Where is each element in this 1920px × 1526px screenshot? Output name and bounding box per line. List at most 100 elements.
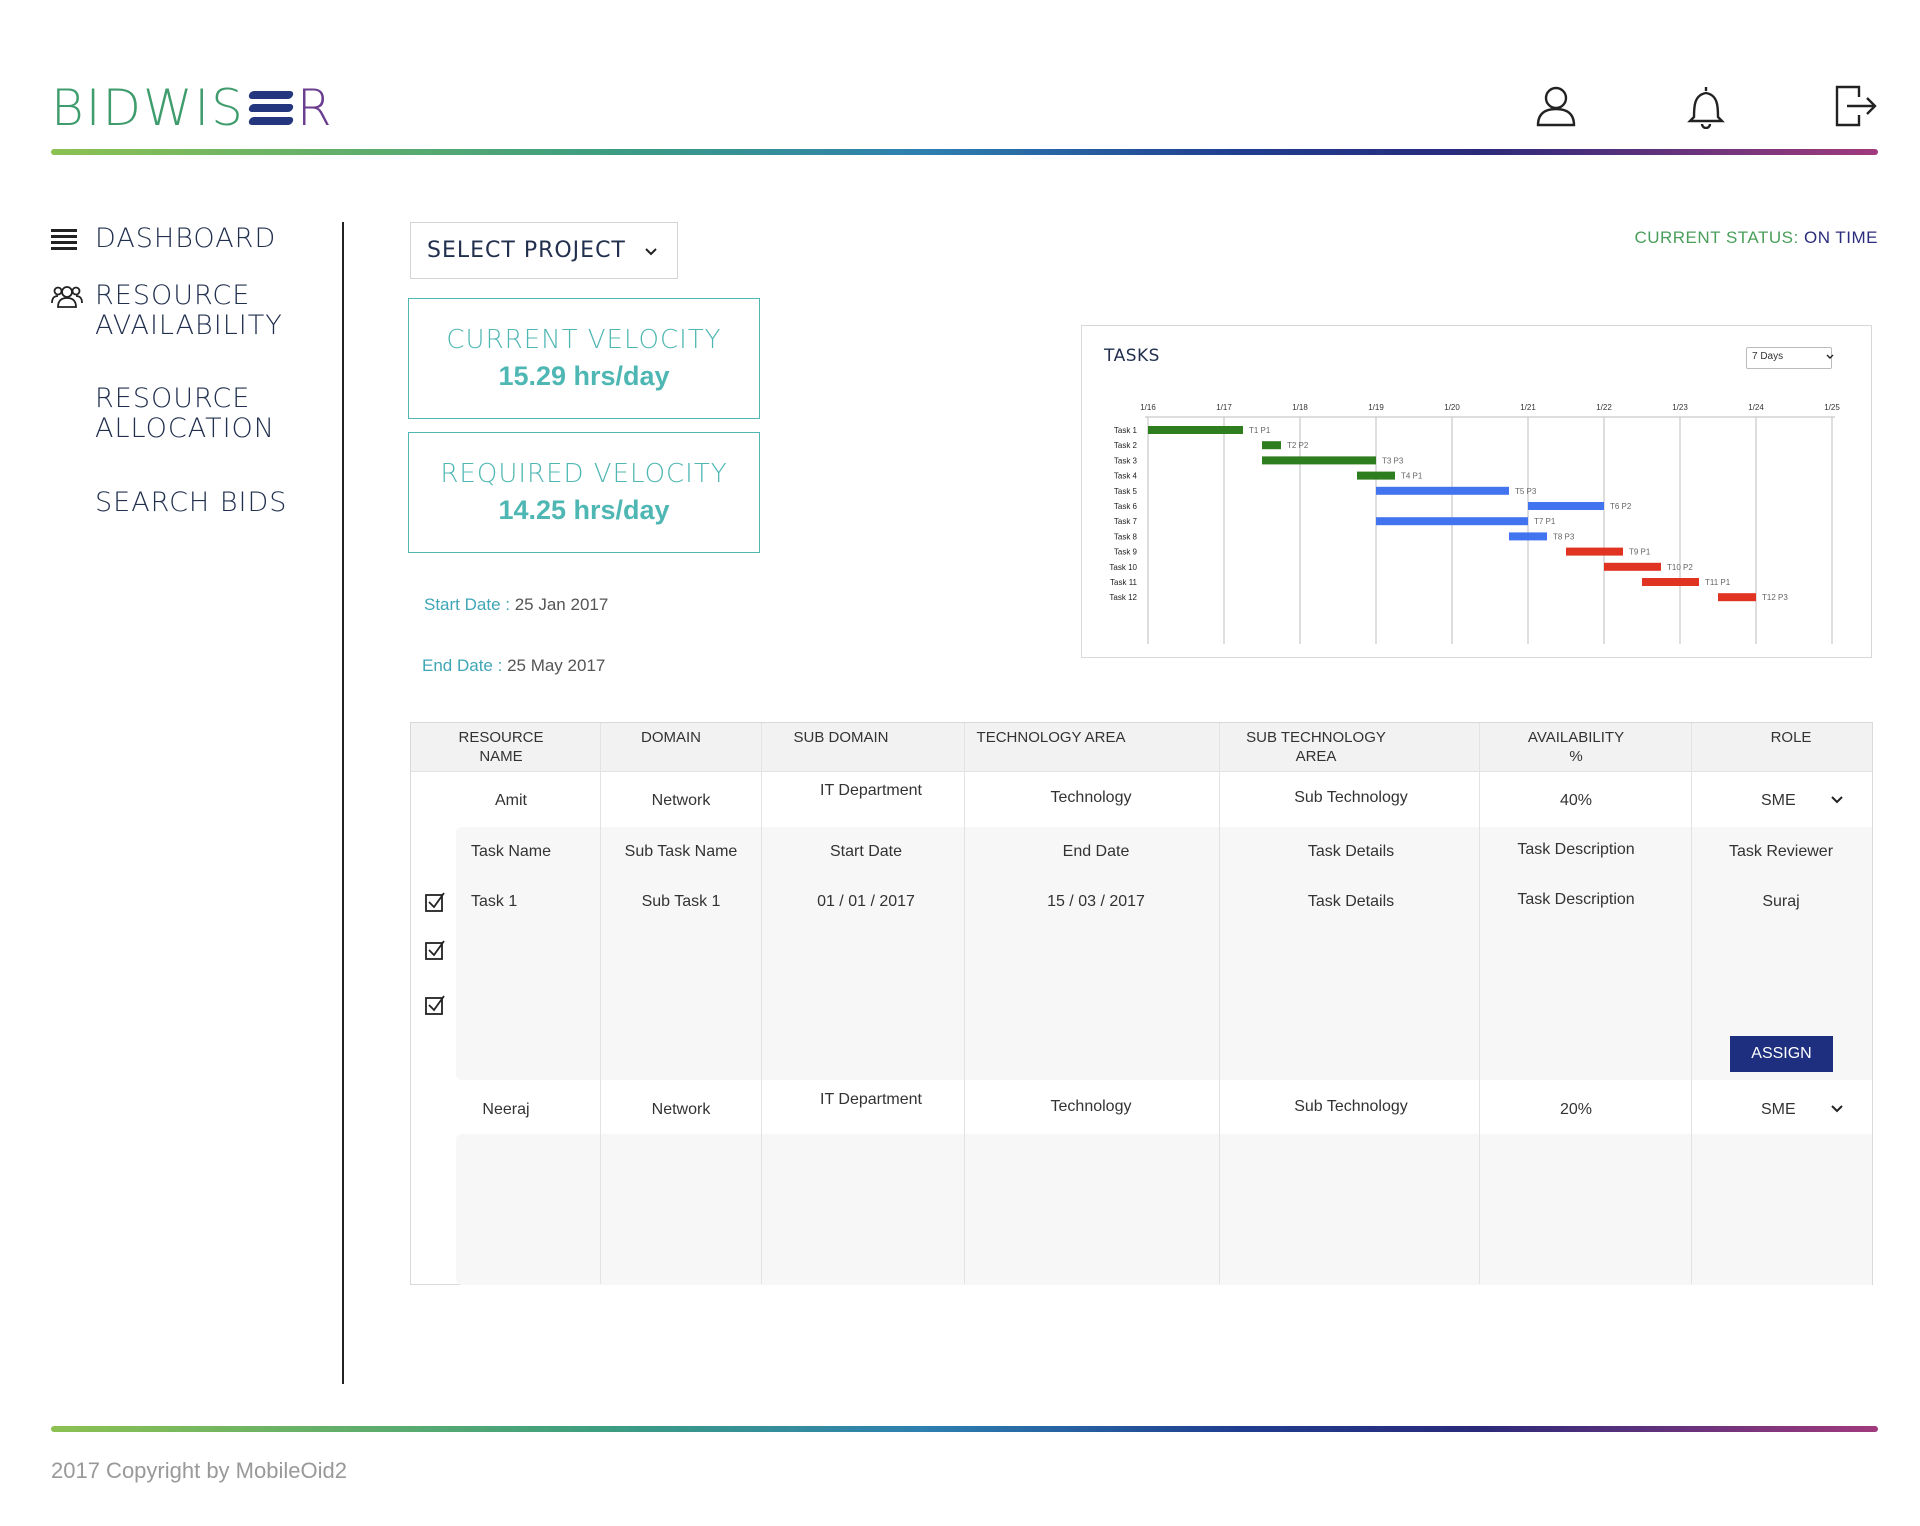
- required-velocity-value: 14.25 hrs/day: [498, 495, 670, 525]
- gantt-bar: [1566, 547, 1623, 556]
- sidebar-item-resource-allocation[interactable]: RESOURCE ALLOCATION: [51, 384, 295, 444]
- task-header-task-description: Task Description: [1517, 841, 1635, 858]
- end-date: End Date : 25 May 2017: [422, 656, 605, 676]
- task-header-task-reviewer: Task Reviewer: [1728, 843, 1834, 860]
- current-velocity-value: 15.29 hrs/day: [498, 361, 670, 391]
- header-sub-domain: SUB DOMAIN: [793, 729, 889, 746]
- chevron-down-icon: [1830, 792, 1844, 810]
- gantt-task-name: Task 4: [1114, 472, 1138, 481]
- end-date-label: End Date :: [422, 656, 503, 675]
- menu-icon: [51, 224, 95, 254]
- header-gradient-rule: [51, 149, 1878, 155]
- gantt-bar-label: T7 P1: [1534, 517, 1556, 526]
- bidwiser-logo: BIDWIS R: [51, 78, 334, 138]
- task-header-sub-task-name: Sub Task Name: [624, 843, 738, 860]
- status-label: CURRENT STATUS:: [1634, 228, 1799, 247]
- header-domain: DOMAIN: [641, 729, 701, 746]
- role-value: SME: [1761, 1101, 1796, 1118]
- header-availability: AVAILABILITY %: [1527, 729, 1625, 765]
- sidebar-item-dashboard[interactable]: DASHBOARD: [51, 224, 276, 254]
- task-header-start-date: Start Date: [829, 843, 903, 860]
- required-velocity-card: REQUIRED VELOCITY 14.25 hrs/day: [408, 432, 760, 553]
- gantt-bar: [1262, 456, 1376, 465]
- select-project-dropdown[interactable]: SELECT PROJECT: [410, 222, 678, 279]
- bell-icon[interactable]: [1682, 82, 1730, 130]
- role-dropdown[interactable]: SME: [1761, 792, 1844, 810]
- role-dropdown[interactable]: SME: [1761, 1101, 1844, 1119]
- gantt-tick-label: 1/18: [1292, 403, 1308, 412]
- task-start-date: 01 / 01 / 2017: [817, 893, 915, 910]
- gantt-bar: [1528, 502, 1604, 510]
- cell-resource-name: Amit: [495, 792, 527, 809]
- start-date-label: Start Date :: [424, 595, 510, 614]
- gantt-bar: [1718, 593, 1756, 602]
- header-sub-technology-area: SUB TECHNOLOGY AREA: [1246, 729, 1386, 765]
- footer-gradient-rule: [51, 1426, 1878, 1432]
- chevron-down-icon: [1830, 1101, 1844, 1119]
- task-reviewer: Suraj: [1762, 893, 1800, 910]
- gantt-bar: [1376, 517, 1528, 526]
- header-technology-area: TECHNOLOGY AREA: [976, 729, 1126, 746]
- gantt-task-name: Task 2: [1114, 441, 1138, 450]
- resource-table: RESOURCE NAME DOMAIN SUB DOMAIN TECHNOLO…: [410, 722, 1873, 1285]
- task-checkbox[interactable]: [424, 939, 446, 961]
- sidebar-item-resource-availability[interactable]: RESOURCE AVAILABILITY: [51, 281, 295, 341]
- gantt-bar: [1509, 532, 1547, 541]
- header-role: ROLE: [1770, 729, 1812, 746]
- sidebar-item-label: DASHBOARD: [95, 223, 277, 254]
- header-resource-name: RESOURCE NAME: [458, 729, 544, 765]
- gantt-bar-label: T9 P1: [1629, 548, 1651, 557]
- end-date-value: 25 May 2017: [507, 656, 606, 675]
- gantt-bar: [1642, 578, 1699, 586]
- gantt-bar-label: T1 P1: [1249, 426, 1271, 435]
- required-velocity-title: REQUIRED VELOCITY: [440, 459, 728, 489]
- gantt-task-name: Task 10: [1109, 563, 1137, 572]
- gantt-bar: [1148, 426, 1243, 434]
- gantt-task-name: Task 3: [1114, 456, 1138, 465]
- sidebar-item-label: RESOURCE AVAILABILITY: [95, 280, 283, 341]
- role-value: SME: [1761, 792, 1796, 809]
- gantt-task-name: Task 5: [1114, 487, 1138, 496]
- task-details: Task Details: [1307, 893, 1395, 910]
- gantt-task-name: Task 9: [1114, 548, 1138, 557]
- cell-technology-area: Technology: [1050, 1098, 1132, 1115]
- gantt-bar-label: T6 P2: [1610, 502, 1632, 511]
- current-status: CURRENT STATUS: ON TIME: [1634, 228, 1878, 248]
- gantt-tick-label: 1/25: [1824, 403, 1840, 412]
- gantt-bar-label: T5 P3: [1515, 487, 1537, 496]
- current-velocity-card: CURRENT VELOCITY 15.29 hrs/day: [408, 298, 760, 419]
- gantt-tick-label: 1/19: [1368, 403, 1384, 412]
- cell-domain: Network: [651, 1101, 711, 1118]
- gantt-tick-label: 1/16: [1140, 403, 1156, 412]
- tasks-gantt-chart: TASKS 7 Days 1/16 1/17 1/18 1/19 1/20 1/21 1/2…: [1081, 325, 1872, 658]
- sidebar-item-label: SEARCH BIDS: [95, 487, 288, 518]
- gantt-task-name: Task 6: [1114, 502, 1138, 511]
- task-subpanel-amit: [456, 827, 1872, 1080]
- status-value: ON TIME: [1803, 228, 1878, 247]
- cell-availability: 20%: [1559, 1101, 1593, 1118]
- task-subpanel-neeraj: [456, 1134, 1872, 1285]
- gantt-bar-label: T2 P2: [1287, 441, 1309, 450]
- gantt-bar: [1376, 486, 1509, 495]
- task-checkbox[interactable]: [424, 994, 446, 1016]
- task-header-end-date: End Date: [1062, 843, 1130, 860]
- gantt-task-name: Task 7: [1114, 517, 1138, 526]
- gantt-tick-label: 1/20: [1444, 403, 1460, 412]
- gantt-tick-label: 1/21: [1520, 403, 1536, 412]
- logo-text-part2: R: [296, 79, 334, 137]
- task-checkbox[interactable]: [424, 891, 446, 913]
- gantt-bar-label: T3 P3: [1382, 456, 1404, 465]
- cell-sub-domain: IT Department: [820, 782, 922, 799]
- assign-button[interactable]: ASSIGN: [1730, 1036, 1833, 1072]
- sidebar-divider: [342, 222, 344, 1384]
- gantt-bar-label: T4 P1: [1401, 472, 1423, 481]
- gantt-tick-label: 1/17: [1216, 403, 1232, 412]
- logout-icon[interactable]: [1832, 82, 1880, 130]
- logo-text-part1: BIDWIS: [51, 79, 245, 137]
- user-icon[interactable]: [1532, 82, 1580, 130]
- gantt-plot: 1/16 1/17 1/18 1/19 1/20 1/21 1/22 1/23 1/24 1/25…: [1109, 403, 1840, 644]
- gantt-tick-label: 1/23: [1672, 403, 1688, 412]
- table-header-row: RESOURCE NAME DOMAIN SUB DOMAIN TECHNOLO…: [411, 723, 1872, 772]
- sidebar-item-search-bids[interactable]: SEARCH BIDS: [51, 488, 287, 518]
- cell-resource-name: Neeraj: [482, 1101, 530, 1118]
